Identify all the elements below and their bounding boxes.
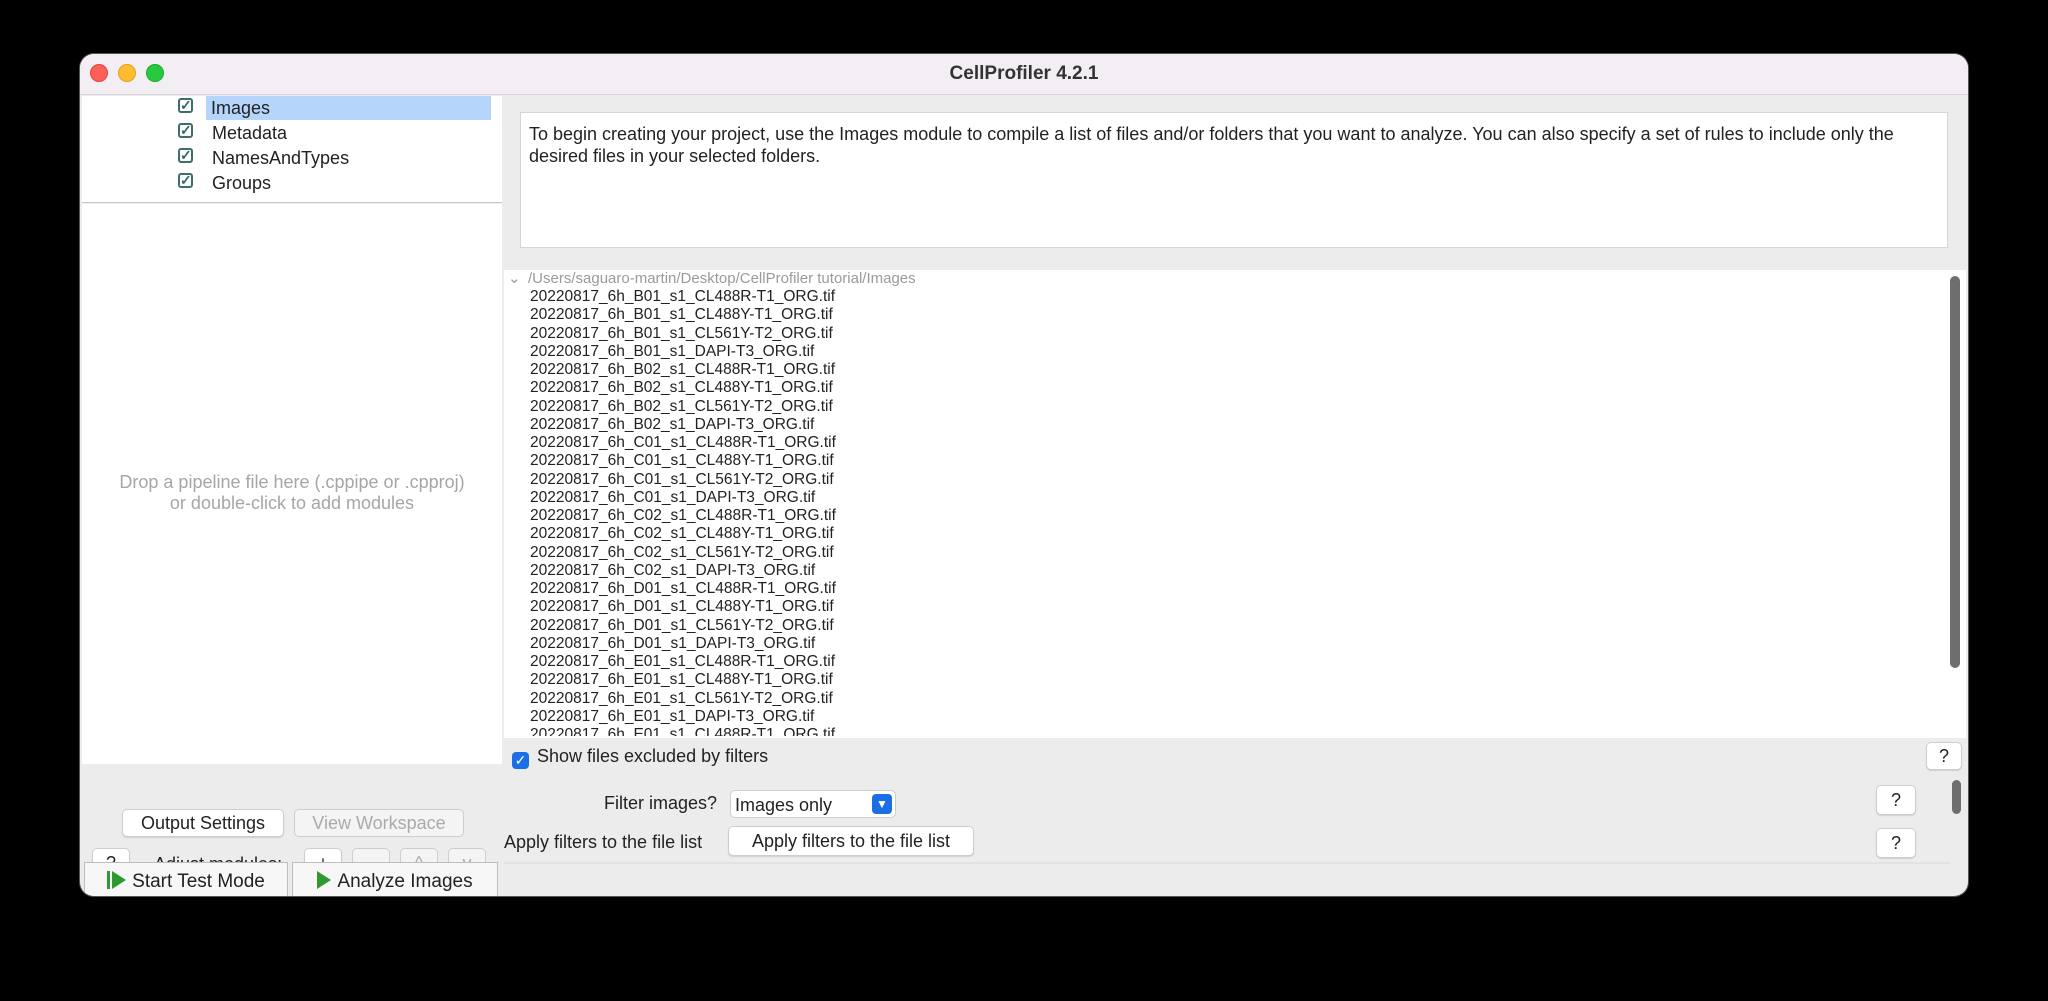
file-row[interactable]: 20220817_6h_B02_s1_CL488R-T1_ORG.tif <box>530 361 1930 379</box>
analyze-images-button[interactable]: Analyze Images <box>292 862 498 896</box>
file-row[interactable]: 20220817_6h_C02_s1_CL561Y-T2_ORG.tif <box>530 544 1930 562</box>
module-label: NamesAndTypes <box>212 148 350 168</box>
file-row[interactable]: 20220817_6h_B01_s1_DAPI-T3_ORG.tif <box>530 343 1930 361</box>
file-row[interactable]: 20220817_6h_B01_s1_CL488Y-T1_ORG.tif <box>530 306 1930 324</box>
file-list-scrollbar[interactable] <box>1950 276 1960 668</box>
module-help-text: To begin creating your project, use the … <box>520 112 1948 248</box>
file-row[interactable]: 20220817_6h_C02_s1_CL488Y-T1_ORG.tif <box>530 525 1930 543</box>
test-mode-bar-icon <box>107 871 111 889</box>
file-row[interactable]: 20220817_6h_E01_s1_DAPI-T3_ORG.tif <box>530 708 1930 726</box>
drop-hint-line2: or double-click to add modules <box>169 493 415 513</box>
filter-images-label: Filter images? <box>604 793 718 813</box>
help-button[interactable]: ? <box>1876 828 1916 858</box>
pipeline-pane: ✓ Images ✓ Metadata ✓ NamesAndTypes ✓ Gr… <box>82 96 502 894</box>
output-settings-button[interactable]: Output Settings <box>122 809 284 837</box>
file-row[interactable]: 20220817_6h_C01_s1_CL488R-T1_ORG.tif <box>530 434 1930 452</box>
folder-row[interactable]: ⌄/Users/saguaro-martin/Desktop/CellProfi… <box>508 270 916 288</box>
folder-path: /Users/saguaro-martin/Desktop/CellProfil… <box>528 270 916 287</box>
drop-hint-line1: Drop a pipeline file here (.cppipe or .c… <box>119 472 465 492</box>
module-row-namesandtypes[interactable]: ✓ NamesAndTypes <box>82 146 502 170</box>
settings-scrollbar[interactable] <box>1952 780 1961 814</box>
help-button[interactable]: ? <box>1926 742 1962 770</box>
start-test-mode-button[interactable]: Start Test Mode <box>84 862 288 896</box>
show-excluded-checkbox[interactable]: ✓ <box>512 752 529 769</box>
module-enabled-check-icon[interactable]: ✓ <box>178 98 193 113</box>
file-row[interactable]: 20220817_6h_D01_s1_CL488R-T1_ORG.tif <box>530 580 1930 598</box>
file-row[interactable]: 20220817_6h_B02_s1_CL561Y-T2_ORG.tif <box>530 398 1930 416</box>
module-list: ✓ Images ✓ Metadata ✓ NamesAndTypes ✓ Gr… <box>82 96 502 203</box>
file-row[interactable]: 20220817_6h_C02_s1_CL488R-T1_ORG.tif <box>530 507 1930 525</box>
file-row[interactable]: 20220817_6h_C02_s1_DAPI-T3_ORG.tif <box>530 562 1930 580</box>
filter-images-select[interactable]: Images only ▼ <box>730 790 896 818</box>
file-row[interactable]: 20220817_6h_B02_s1_CL488Y-T1_ORG.tif <box>530 379 1930 397</box>
file-row[interactable]: 20220817_6h_C01_s1_DAPI-T3_ORG.tif <box>530 489 1930 507</box>
file-row[interactable]: 20220817_6h_E01_s1_CL561Y-T2_ORG.tif <box>530 690 1930 708</box>
apply-filters-label: Apply filters to the file list <box>504 832 703 852</box>
file-row[interactable]: 20220817_6h_D01_s1_DAPI-T3_ORG.tif <box>530 635 1930 653</box>
file-row[interactable]: 20220817_6h_D01_s1_CL561Y-T2_ORG.tif <box>530 617 1930 635</box>
file-row[interactable]: 20220817_6h_E01_s1_CL488R-T1_ORG.tif <box>530 726 1930 736</box>
module-label: Groups <box>212 173 272 193</box>
window-title: CellProfiler 4.2.1 <box>949 63 1099 84</box>
play-icon <box>112 871 127 889</box>
view-workspace-button[interactable]: View Workspace <box>294 809 464 837</box>
file-row[interactable]: 20220817_6h_C01_s1_CL561Y-T2_ORG.tif <box>530 471 1930 489</box>
module-row-metadata[interactable]: ✓ Metadata <box>82 121 502 145</box>
file-row[interactable]: 20220817_6h_C01_s1_CL488Y-T1_ORG.tif <box>530 452 1930 470</box>
apply-filters-button[interactable]: Apply filters to the file list <box>728 826 974 856</box>
file-row[interactable]: 20220817_6h_B01_s1_CL488R-T1_ORG.tif <box>530 288 1930 306</box>
file-row[interactable]: 20220817_6h_E01_s1_CL488Y-T1_ORG.tif <box>530 671 1930 689</box>
show-excluded-label: Show files excluded by filters <box>537 746 769 766</box>
analyze-images-label: Analyze Images <box>337 871 473 892</box>
module-enabled-check-icon[interactable]: ✓ <box>178 173 193 188</box>
filter-images-value: Images only <box>735 795 833 815</box>
module-label: Metadata <box>212 123 288 143</box>
file-row[interactable]: 20220817_6h_E01_s1_CL488R-T1_ORG.tif <box>530 653 1930 671</box>
help-button[interactable]: ? <box>1876 785 1916 815</box>
title-bar: CellProfiler 4.2.1 <box>80 54 1968 95</box>
file-row[interactable]: 20220817_6h_B01_s1_CL561Y-T2_ORG.tif <box>530 325 1930 343</box>
module-row-images[interactable]: ✓ Images <box>82 96 502 120</box>
show-excluded-row[interactable]: ✓ Show files excluded by filters <box>512 746 768 769</box>
start-test-mode-label: Start Test Mode <box>132 871 265 892</box>
module-label: Images <box>206 96 491 120</box>
file-list-panel[interactable]: ⌄/Users/saguaro-martin/Desktop/CellProfi… <box>504 270 1966 738</box>
module-row-groups[interactable]: ✓ Groups <box>82 171 502 195</box>
drop-hint: Drop a pipeline file here (.cppipe or .c… <box>82 472 502 514</box>
module-enabled-check-icon[interactable]: ✓ <box>178 148 193 163</box>
chevron-down-icon[interactable]: ⌄ <box>508 270 528 288</box>
play-icon <box>317 871 332 889</box>
module-enabled-check-icon[interactable]: ✓ <box>178 123 193 138</box>
app-window: CellProfiler 4.2.1 ✓ Images ✓ Metadata ✓… <box>80 54 1968 896</box>
file-row[interactable]: 20220817_6h_D01_s1_CL488Y-T1_ORG.tif <box>530 598 1930 616</box>
divider <box>504 862 1950 864</box>
pipeline-drop-area[interactable]: Drop a pipeline file here (.cppipe or .c… <box>82 204 502 764</box>
file-row[interactable]: 20220817_6h_B02_s1_DAPI-T3_ORG.tif <box>530 416 1930 434</box>
chevron-down-icon: ▼ <box>872 794 892 814</box>
file-list: 20220817_6h_B01_s1_CL488R-T1_ORG.tif 2022… <box>530 288 1930 736</box>
